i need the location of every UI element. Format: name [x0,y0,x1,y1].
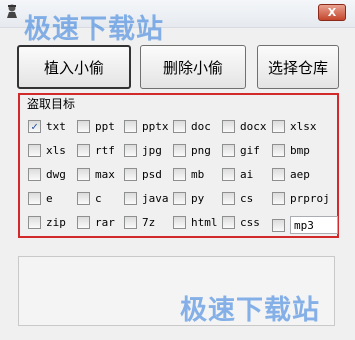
log-output-area[interactable] [18,256,335,326]
checkbox-label: jpg [142,144,162,157]
checkbox-label: xlsx [290,120,317,133]
checkbox-label: html [191,216,218,229]
extension-checkbox-item[interactable]: xls [28,144,66,157]
checkbox-label: e [46,192,53,205]
checkbox[interactable] [28,216,41,229]
checkbox[interactable] [28,144,41,157]
checkbox-label: cs [240,192,254,205]
checkbox[interactable] [222,216,235,229]
extension-checkbox-item[interactable]: bmp [272,144,310,157]
custom-extension-checkbox[interactable] [272,218,285,232]
checkbox[interactable] [77,192,90,205]
checkbox-label: rtf [95,144,115,157]
extension-checkbox-item[interactable]: aep [272,168,310,181]
checkbox[interactable] [222,192,235,205]
plant-thief-button[interactable]: 植入小偷 [17,45,131,89]
extension-checkbox-item[interactable]: pptx [124,120,169,133]
extension-checkbox-item[interactable]: ai [222,168,253,181]
extension-checkbox-item[interactable]: jpg [124,144,162,157]
checkbox[interactable] [222,168,235,181]
checkbox-label: 7z [142,216,156,229]
extension-checkbox-item[interactable]: png [173,144,211,157]
checkbox[interactable] [272,192,285,205]
app-icon [7,4,17,18]
extension-checkbox-item[interactable]: psd [124,168,162,181]
checkbox-label: png [191,144,211,157]
checkbox[interactable] [222,144,235,157]
checkbox-label: mb [191,168,205,181]
extension-checkbox-item[interactable]: xlsx [272,120,317,133]
extension-checkbox-item[interactable]: e [28,192,53,205]
extension-checkbox-item[interactable]: c [77,192,102,205]
checkbox[interactable] [173,144,186,157]
checkbox-label: bmp [290,144,310,157]
checkbox-label: gif [240,144,260,157]
extension-checkbox-item[interactable]: cs [222,192,253,205]
checkbox-label: psd [142,168,162,181]
checkbox-label: txt [46,120,66,133]
checkbox[interactable] [272,168,285,181]
checkbox[interactable] [124,216,137,229]
extension-checkbox-item[interactable]: ✓ txt [28,120,66,133]
checkbox[interactable] [222,120,235,133]
choose-repo-button[interactable]: 选择仓库 [257,45,339,89]
checkbox[interactable] [77,216,90,229]
checkbox-label: doc [191,120,211,133]
checkbox-label: xls [46,144,66,157]
extension-checkbox-item[interactable]: ppt [77,120,115,133]
extension-checkbox-item[interactable]: dwg [28,168,66,181]
checkbox-label: max [95,168,115,181]
checkbox[interactable] [77,144,90,157]
checkbox-label: pptx [142,120,169,133]
extension-checkbox-item[interactable]: mb [173,168,204,181]
extension-checkbox-item[interactable]: java [124,192,169,205]
extension-checkbox-item[interactable]: 7z [124,216,155,229]
checkbox[interactable] [124,144,137,157]
extension-checkbox-item[interactable]: rar [77,216,115,229]
checkbox-label: prproj [290,192,330,205]
extension-checkbox-item[interactable]: prproj [272,192,330,205]
extension-checkbox-item[interactable]: zip [28,216,66,229]
extension-checkbox-item[interactable]: gif [222,144,260,157]
extension-checkbox-item[interactable]: css [222,216,260,229]
delete-thief-button[interactable]: 删除小偷 [140,45,246,89]
checkbox[interactable] [173,168,186,181]
extension-checkbox-item[interactable]: max [77,168,115,181]
title-bar: X [0,0,355,28]
checkbox-label: py [191,192,205,205]
custom-extension-input[interactable] [290,216,338,234]
checkbox[interactable] [77,120,90,133]
checkbox-label: zip [46,216,66,229]
checkbox[interactable] [173,192,186,205]
checkbox[interactable] [173,216,186,229]
close-button[interactable]: X [318,4,346,21]
checkbox[interactable] [28,192,41,205]
checkbox[interactable] [272,120,285,133]
checkbox[interactable] [124,168,137,181]
checkbox-label: aep [290,168,310,181]
extension-checkbox-item[interactable]: html [173,216,218,229]
checkbox[interactable] [124,192,137,205]
checkbox-label: ppt [95,120,115,133]
checkbox-label: css [240,216,260,229]
checkbox-label: docx [240,120,267,133]
checkbox[interactable] [173,120,186,133]
checkbox-label: ai [240,168,254,181]
checkbox-label: dwg [46,168,66,181]
checkbox[interactable] [77,168,90,181]
checkbox-checked[interactable]: ✓ [28,120,41,133]
extension-checkbox-item[interactable]: docx [222,120,267,133]
checkbox[interactable] [124,120,137,133]
group-title: 盗取目标 [26,95,77,112]
target-group: 盗取目标 ✓ txt ppt pptx doc docx xlsx xls rtf jpg png g… [18,93,339,238]
checkbox-label: rar [95,216,115,229]
checkbox[interactable] [28,168,41,181]
checkbox-label: java [142,192,169,205]
custom-extension-row [272,216,338,234]
extension-checkbox-item[interactable]: py [173,192,204,205]
checkbox-label: c [95,192,102,205]
extension-checkbox-item[interactable]: rtf [77,144,115,157]
extension-checkbox-item[interactable]: doc [173,120,211,133]
checkbox[interactable] [272,144,285,157]
